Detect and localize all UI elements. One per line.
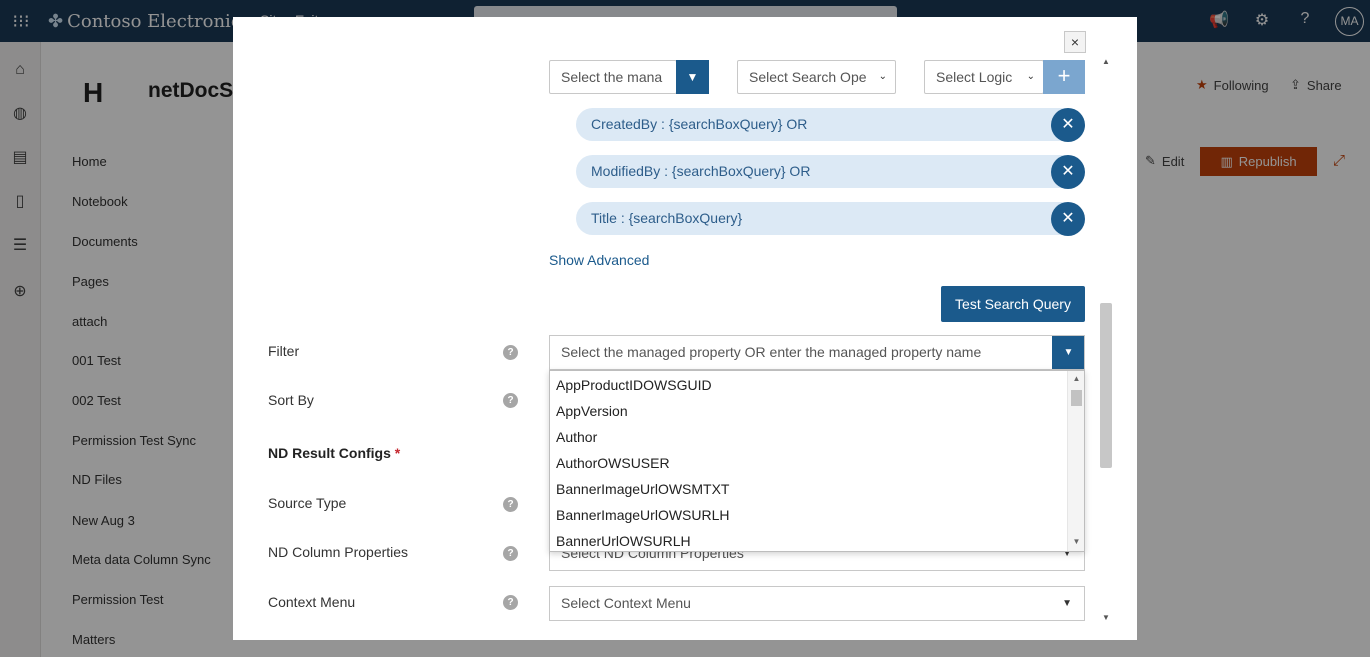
help-icon[interactable]: ? bbox=[503, 393, 518, 408]
add-term-button[interactable]: + bbox=[1043, 60, 1085, 94]
scroll-up-icon[interactable]: ▲ bbox=[1068, 374, 1084, 383]
source-type-label: Source Type bbox=[268, 495, 347, 511]
chevron-down-icon: ⌄ bbox=[878, 71, 887, 82]
help-icon[interactable]: ? bbox=[503, 595, 518, 610]
logic-select[interactable]: Select Logic ⌄ bbox=[924, 60, 1044, 94]
filter-options-list: AppProductIDOWSGUID AppVersion Author Au… bbox=[549, 370, 1085, 552]
list-item[interactable]: AppVersion bbox=[556, 403, 628, 419]
search-operator-select[interactable]: Select Search Ope ⌄ bbox=[737, 60, 896, 94]
list-item[interactable]: BannerImageUrlOWSURLH bbox=[556, 507, 730, 523]
help-icon[interactable]: ? bbox=[503, 345, 518, 360]
nd-column-properties-label: ND Column Properties bbox=[268, 544, 409, 560]
search-operator-placeholder: Select Search Ope bbox=[749, 69, 867, 85]
managed-property-dropdown-button[interactable]: ▼ bbox=[676, 60, 709, 94]
show-advanced-link[interactable]: Show Advanced bbox=[549, 252, 649, 268]
help-icon[interactable]: ? bbox=[503, 497, 518, 512]
modal-scrollbar[interactable]: ▲ ▼ bbox=[1098, 53, 1114, 631]
scroll-up-icon[interactable]: ▲ bbox=[1098, 57, 1114, 66]
list-scrollbar[interactable]: ▲ ▼ bbox=[1067, 371, 1084, 551]
context-menu-value: Select Context Menu bbox=[561, 595, 691, 611]
chevron-down-icon: ⌄ bbox=[1026, 71, 1035, 82]
remove-term-button[interactable]: ✕ bbox=[1051, 108, 1085, 142]
nd-result-configs-text: ND Result Configs bbox=[268, 445, 391, 461]
nd-result-configs-label: ND Result Configs * bbox=[268, 445, 400, 461]
remove-term-button[interactable]: ✕ bbox=[1051, 202, 1085, 236]
search-config-modal: × Select the mana ▼ Select Search Ope ⌄ … bbox=[233, 17, 1137, 640]
query-term-pill: ModifiedBy : {searchBoxQuery} OR bbox=[576, 155, 1084, 188]
scroll-thumb[interactable] bbox=[1071, 390, 1082, 406]
scroll-thumb[interactable] bbox=[1100, 303, 1112, 468]
close-button[interactable]: × bbox=[1064, 31, 1086, 53]
required-mark: * bbox=[394, 445, 401, 461]
list-item[interactable]: BannerUrlOWSURLH bbox=[556, 533, 691, 549]
chevron-down-icon: ▼ bbox=[686, 70, 699, 84]
chevron-down-icon: ▼ bbox=[1063, 347, 1074, 358]
chevron-down-icon: ▼ bbox=[1062, 598, 1072, 609]
query-term-pill: Title : {searchBoxQuery} bbox=[576, 202, 1084, 235]
help-icon[interactable]: ? bbox=[503, 546, 518, 561]
list-item[interactable]: BannerImageUrlOWSMTXT bbox=[556, 481, 729, 497]
scroll-down-icon[interactable]: ▼ bbox=[1098, 613, 1114, 622]
filter-label: Filter bbox=[268, 343, 300, 359]
context-menu-select[interactable]: Select Context Menu ▼ bbox=[549, 586, 1085, 621]
list-item[interactable]: AuthorOWSUSER bbox=[556, 455, 670, 471]
filter-input[interactable]: Select the managed property OR enter the… bbox=[549, 335, 1085, 370]
managed-property-placeholder: Select the mana bbox=[561, 69, 663, 85]
filter-dropdown-button[interactable]: ▼ bbox=[1052, 336, 1084, 369]
query-term-pill: CreatedBy : {searchBoxQuery} OR bbox=[576, 108, 1084, 141]
managed-property-select[interactable]: Select the mana bbox=[549, 60, 677, 94]
context-menu-label: Context Menu bbox=[268, 594, 356, 610]
scroll-down-icon[interactable]: ▼ bbox=[1068, 537, 1084, 546]
filter-placeholder: Select the managed property OR enter the… bbox=[561, 344, 982, 360]
logic-placeholder: Select Logic bbox=[936, 69, 1013, 85]
test-search-query-button[interactable]: Test Search Query bbox=[941, 286, 1085, 322]
sort-by-label: Sort By bbox=[268, 392, 314, 408]
list-item[interactable]: Author bbox=[556, 429, 597, 445]
list-item[interactable]: AppProductIDOWSGUID bbox=[556, 377, 712, 393]
remove-term-button[interactable]: ✕ bbox=[1051, 155, 1085, 189]
